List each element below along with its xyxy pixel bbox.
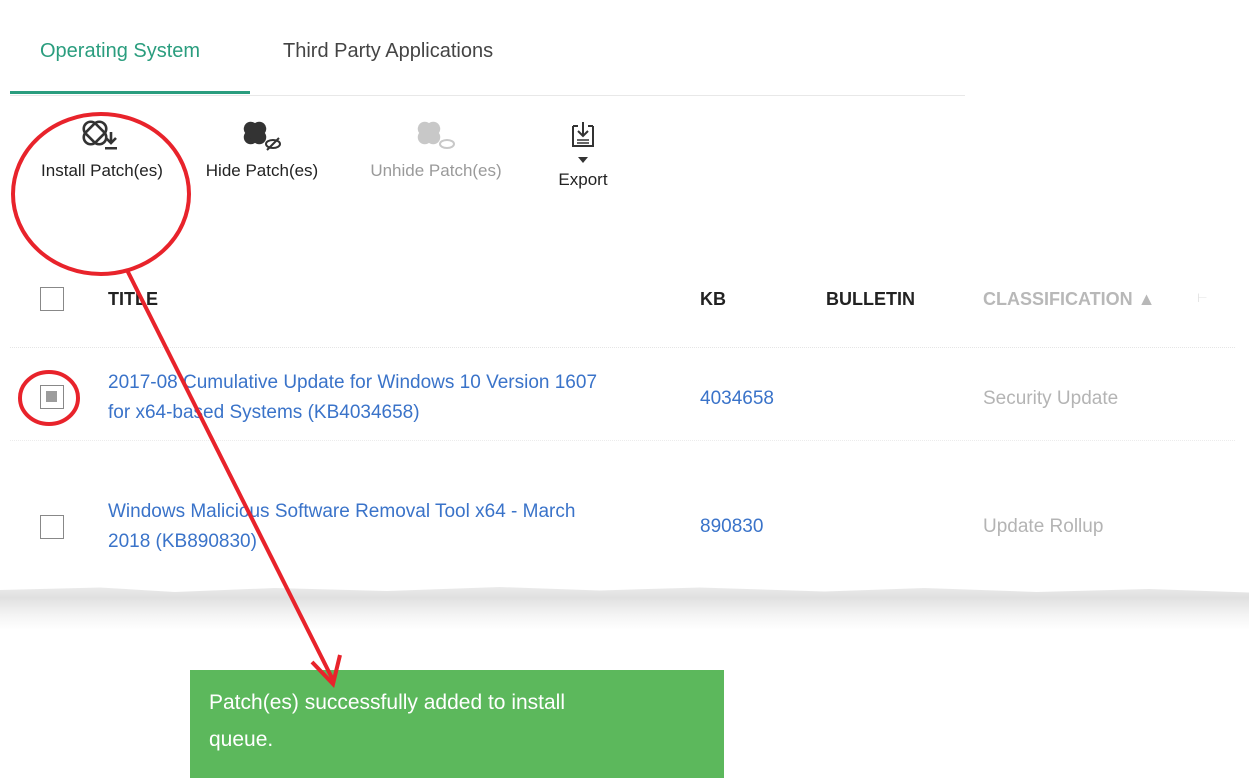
column-header-kb[interactable]: KB xyxy=(700,289,726,310)
classification-value: Security Update xyxy=(983,388,1119,409)
column-header-classification[interactable]: CLASSIFICATION ▲ xyxy=(983,289,1155,310)
column-header-title[interactable]: TITLE xyxy=(108,289,158,310)
row-divider xyxy=(10,440,1235,441)
select-all-checkbox[interactable] xyxy=(40,287,64,311)
row-checkbox[interactable] xyxy=(40,515,64,539)
install-patches-label: Install Patch(es) xyxy=(41,161,163,180)
install-patches-button[interactable]: Install Patch(es) xyxy=(24,115,180,181)
patch-title-link[interactable]: 2017-08 Cumulative Update for Windows 10… xyxy=(108,368,668,428)
patch-title-line: 2017-08 Cumulative Update for Windows 10… xyxy=(108,372,598,393)
patch-title-line: for x64-based Systems (KB4034658) xyxy=(108,402,420,423)
install-patch-icon xyxy=(82,120,117,150)
tab-operating-system[interactable]: Operating System xyxy=(40,40,200,63)
patch-title-line: Windows Malicious Software Removal Tool … xyxy=(108,501,576,522)
unhide-patches-label: Unhide Patch(es) xyxy=(370,161,502,180)
kb-link[interactable]: 4034658 xyxy=(700,388,774,410)
unhide-patches-button[interactable]: Unhide Patch(es) xyxy=(352,115,520,181)
success-toast: Patch(es) successfully added to install … xyxy=(190,670,724,778)
patch-title-line: 2018 (KB890830) xyxy=(108,531,257,552)
tab-bar: Operating System Third Party Application… xyxy=(10,0,965,96)
tab-third-party-applications[interactable]: Third Party Applications xyxy=(283,40,493,63)
toast-message-line: queue. xyxy=(209,728,274,751)
hide-patch-icon xyxy=(243,121,281,151)
patch-title-link[interactable]: Windows Malicious Software Removal Tool … xyxy=(108,497,668,557)
row-checkbox[interactable] xyxy=(40,385,64,409)
classification-value: Update Rollup xyxy=(983,516,1104,537)
toast-message-line: Patch(es) successfully added to install xyxy=(209,691,566,714)
hide-patches-button[interactable]: Hide Patch(es) xyxy=(192,115,332,181)
header-divider xyxy=(10,347,1235,348)
hide-patches-label: Hide Patch(es) xyxy=(205,161,319,180)
kb-link[interactable]: 890830 xyxy=(700,516,763,538)
active-tab-indicator xyxy=(10,91,250,94)
chevron-down-icon xyxy=(578,157,588,163)
torn-edge-divider xyxy=(0,587,1249,630)
export-label: Export xyxy=(558,170,608,189)
unhide-patch-icon xyxy=(417,121,455,149)
column-header-bulletin[interactable]: BULLETIN xyxy=(826,289,915,310)
export-icon xyxy=(572,122,594,147)
export-button[interactable]: Export xyxy=(545,120,621,190)
column-header-cutoff: ⊢ xyxy=(1197,291,1208,305)
